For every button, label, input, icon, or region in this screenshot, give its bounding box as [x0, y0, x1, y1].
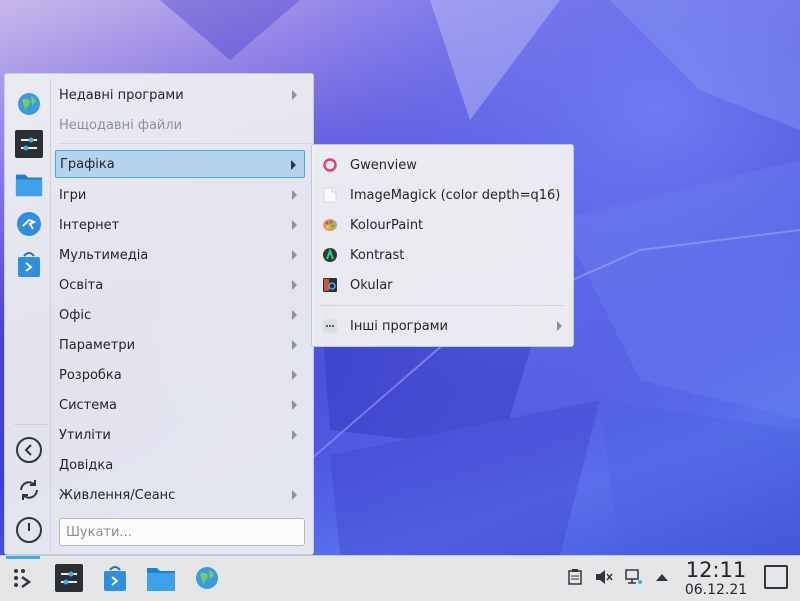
category-label: Офіс — [59, 307, 92, 323]
back-icon[interactable] — [16, 437, 42, 463]
app-label: Інші програми — [350, 318, 448, 334]
chevron-right-icon — [292, 190, 297, 200]
clock-time[interactable]: 12:11 — [680, 558, 752, 582]
favorites-bar — [8, 78, 51, 550]
category-label: Ігри — [59, 187, 87, 203]
category-games[interactable]: Ігри — [55, 181, 305, 209]
volume-muted-icon[interactable] — [595, 568, 613, 586]
chevron-right-icon — [292, 400, 297, 410]
imagemagick-icon — [322, 187, 338, 203]
category-label: Параметри — [59, 337, 136, 353]
chevron-right-icon — [292, 280, 297, 290]
chevron-right-icon — [291, 160, 296, 170]
menu-separator — [59, 143, 311, 144]
app-label: KolourPaint — [350, 217, 424, 233]
category-label: Недавні програми — [59, 87, 184, 103]
category-label: Система — [59, 397, 118, 413]
clipboard-icon[interactable] — [566, 568, 584, 586]
category-education[interactable]: Освіта — [55, 271, 305, 299]
app-label: Kontrast — [350, 247, 405, 263]
app-gwenview[interactable]: Gwenview — [318, 151, 568, 179]
app-label: ImageMagick (color depth=q16) — [350, 187, 561, 203]
category-label: Розробка — [59, 367, 122, 383]
category-label: Утиліти — [59, 427, 111, 443]
category-label: Нещодавні файли — [59, 117, 183, 133]
chevron-right-icon — [292, 310, 297, 320]
application-launcher: Недавні програми Нещодавні файли Графіка… — [4, 73, 314, 555]
category-multimedia[interactable]: Мультимедіа — [55, 241, 305, 269]
discover-icon[interactable] — [15, 250, 43, 278]
expand-tray-icon[interactable] — [653, 568, 671, 586]
restart-icon[interactable] — [16, 477, 42, 503]
category-label: Графіка — [60, 156, 115, 172]
more-dots-icon — [322, 318, 338, 334]
chevron-right-icon — [292, 220, 297, 230]
category-graphics[interactable]: Графіка — [55, 150, 305, 178]
folder-icon[interactable] — [15, 170, 43, 198]
category-internet[interactable]: Інтернет — [55, 211, 305, 239]
clock-date[interactable]: 06.12.21 — [680, 582, 752, 598]
category-label: Довідка — [59, 457, 114, 473]
active-indicator — [6, 556, 40, 559]
favorites-separator — [14, 424, 48, 425]
search-placeholder: Шукати... — [66, 524, 132, 540]
graphics-submenu: Gwenview ImageMagick (color depth=q16) K… — [311, 144, 574, 347]
taskbar: 12:11 06.12.21 — [0, 555, 800, 601]
category-settings[interactable]: Параметри — [55, 331, 305, 359]
category-recent-files[interactable]: Нещодавні файли — [55, 111, 305, 139]
chevron-right-icon — [292, 90, 297, 100]
app-kolourpaint[interactable]: KolourPaint — [318, 211, 568, 239]
kontrast-icon — [322, 247, 338, 263]
settings-icon[interactable] — [54, 563, 84, 593]
app-label: Gwenview — [350, 157, 417, 173]
category-label: Мультимедіа — [59, 247, 149, 263]
chevron-right-icon — [292, 370, 297, 380]
app-label: Okular — [350, 277, 393, 293]
folder-icon[interactable] — [146, 563, 176, 593]
search-input[interactable]: Шукати... — [59, 518, 305, 546]
globe-icon[interactable] — [192, 563, 222, 593]
launcher-icon[interactable] — [8, 563, 38, 593]
chevron-right-icon — [292, 490, 297, 500]
app-kontrast[interactable]: Kontrast — [318, 241, 568, 269]
kde-connect-icon[interactable] — [15, 210, 43, 238]
app-okular[interactable]: Okular — [318, 271, 568, 299]
category-help[interactable]: Довідка — [55, 451, 305, 479]
category-power-session[interactable]: Живлення/Сеанс — [55, 481, 305, 509]
category-system[interactable]: Система — [55, 391, 305, 419]
category-development[interactable]: Розробка — [55, 361, 305, 389]
chevron-right-icon — [292, 340, 297, 350]
globe-icon[interactable] — [15, 90, 43, 118]
app-imagemagick[interactable]: ImageMagick (color depth=q16) — [318, 181, 568, 209]
chevron-right-icon — [557, 321, 562, 331]
okular-icon — [322, 277, 338, 293]
chevron-right-icon — [292, 430, 297, 440]
category-label: Освіта — [59, 277, 104, 293]
submenu-more-apps[interactable]: Інші програми — [318, 312, 568, 340]
network-icon[interactable] — [625, 568, 643, 586]
submenu-separator — [320, 305, 564, 306]
discover-icon[interactable] — [100, 563, 130, 593]
chevron-right-icon — [292, 250, 297, 260]
category-label: Живлення/Сеанс — [59, 487, 176, 503]
shutdown-icon[interactable] — [16, 517, 42, 543]
show-desktop-icon[interactable] — [764, 565, 788, 589]
category-recent-apps[interactable]: Недавні програми — [55, 81, 305, 109]
settings-icon[interactable] — [15, 130, 43, 158]
category-label: Інтернет — [59, 217, 120, 233]
kolourpaint-icon — [322, 217, 338, 233]
category-office[interactable]: Офіс — [55, 301, 305, 329]
category-utilities[interactable]: Утиліти — [55, 421, 305, 449]
gwenview-icon — [322, 157, 338, 173]
